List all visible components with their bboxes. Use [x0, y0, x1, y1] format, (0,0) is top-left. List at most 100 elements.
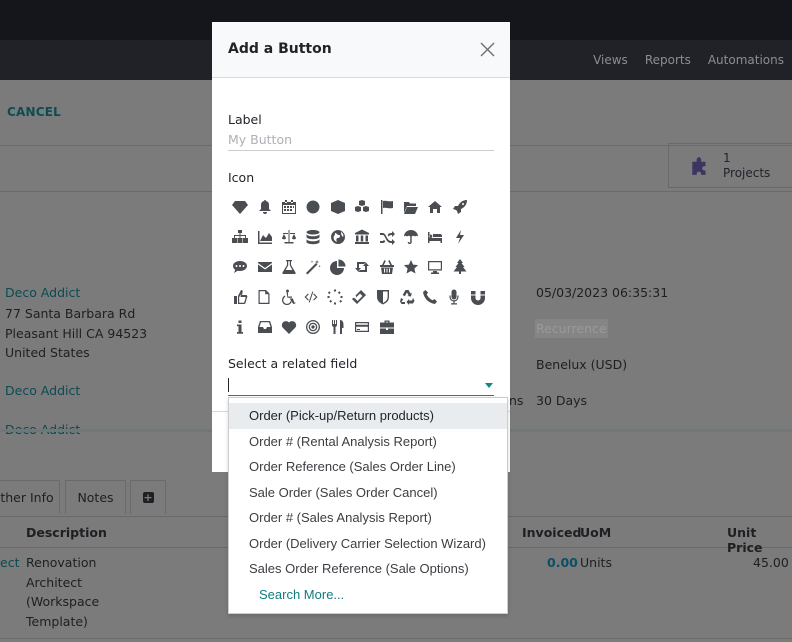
icon-row: [228, 252, 490, 282]
ticket-icon[interactable]: [347, 287, 371, 307]
dropdown-option[interactable]: Sales Order Reference (Sale Options): [229, 556, 507, 582]
bed-icon[interactable]: [423, 227, 447, 247]
plus-square-icon: +: [142, 491, 154, 504]
customer-address: 77 Santa Barbara Rd Pleasant Hill CA 945…: [5, 304, 147, 363]
close-icon[interactable]: [480, 42, 495, 57]
desktop-icon[interactable]: [423, 257, 447, 277]
icon-row: [228, 222, 490, 252]
pricelist-field[interactable]: Benelux (USD): [536, 357, 627, 372]
retweet-icon[interactable]: [350, 257, 374, 277]
file-o-icon[interactable]: [252, 287, 276, 307]
inbox-icon[interactable]: [252, 317, 276, 337]
uom-cell: Units: [580, 555, 612, 570]
dropdown-option[interactable]: Order (Pick-up/Return products): [229, 403, 507, 429]
label-field-label: Label: [228, 112, 262, 127]
bell-icon[interactable]: [252, 197, 276, 217]
unit-price-cell: 45.00: [753, 555, 789, 570]
random-icon[interactable]: [374, 227, 398, 247]
cutlery-icon[interactable]: [326, 317, 350, 337]
icon-row: [228, 312, 490, 342]
projects-smart-button[interactable]: 1 Projects: [668, 143, 792, 188]
projects-label: Projects: [723, 166, 771, 180]
label-input[interactable]: [228, 129, 494, 151]
tab-other-info[interactable]: ther Info: [0, 480, 60, 514]
sitemap-icon[interactable]: [228, 227, 252, 247]
projects-count: 1: [723, 151, 731, 165]
order-date: 05/03/2023 06:35:31: [536, 285, 669, 300]
thumbs-o-up-icon[interactable]: [228, 287, 252, 307]
phone-icon[interactable]: [419, 287, 443, 307]
dropdown-option[interactable]: Sale Order (Sales Order Cancel): [229, 480, 507, 506]
envelope-icon[interactable]: [252, 257, 276, 277]
recurrence-field[interactable]: Recurrence: [535, 319, 608, 338]
icon-row: [228, 282, 490, 312]
dialog-header: Add a Button: [212, 22, 510, 78]
invoice-address-link[interactable]: Deco Addict: [5, 383, 80, 398]
folder-open-icon[interactable]: [399, 197, 423, 217]
info-icon[interactable]: [228, 317, 252, 337]
dropdown-option[interactable]: Order # (Rental Analysis Report): [229, 429, 507, 455]
area-chart-icon[interactable]: [252, 227, 276, 247]
shield-icon[interactable]: [371, 287, 395, 307]
magnet-icon[interactable]: [466, 287, 490, 307]
bullseye-icon[interactable]: [301, 317, 325, 337]
menu-automations[interactable]: Automations: [708, 53, 784, 67]
credit-card-icon[interactable]: [350, 317, 374, 337]
customer-link[interactable]: Deco Addict: [5, 285, 80, 300]
tab-add-button[interactable]: +: [130, 480, 166, 514]
divider: [0, 638, 792, 639]
heart-icon[interactable]: [277, 317, 301, 337]
dropdown-option[interactable]: Order Reference (Sales Order Line): [229, 454, 507, 480]
cancel-button[interactable]: CANCEL: [7, 105, 61, 119]
flask-icon[interactable]: [277, 257, 301, 277]
magic-icon[interactable]: [301, 257, 325, 277]
cube-icon[interactable]: [326, 197, 350, 217]
comment-icon[interactable]: [228, 257, 252, 277]
database-icon[interactable]: [301, 227, 325, 247]
description-line: Template): [26, 613, 88, 629]
star-icon[interactable]: [399, 257, 423, 277]
microphone-icon[interactable]: [442, 287, 466, 307]
payment-terms-field[interactable]: 30 Days: [536, 393, 587, 408]
menu-reports[interactable]: Reports: [645, 53, 691, 67]
pie-chart-icon[interactable]: [326, 257, 350, 277]
university-icon[interactable]: [350, 227, 374, 247]
tab-notes[interactable]: Notes: [65, 480, 126, 514]
col-unit-price[interactable]: Unit Price: [727, 525, 792, 555]
home-icon[interactable]: [423, 197, 447, 217]
balance-scale-icon[interactable]: [277, 227, 301, 247]
calendar-icon[interactable]: [277, 197, 301, 217]
text-cursor: [228, 378, 229, 392]
dropdown-option[interactable]: Order # (Sales Analysis Report): [229, 505, 507, 531]
invoiced-cell: 0.00: [547, 555, 578, 570]
flag-icon[interactable]: [374, 197, 398, 217]
menu-views[interactable]: Views: [593, 53, 628, 67]
related-field-dropdown: Order (Pick-up/Return products) Order # …: [228, 397, 508, 614]
related-field-input[interactable]: [228, 374, 494, 396]
globe-icon[interactable]: [326, 227, 350, 247]
shopping-basket-icon[interactable]: [374, 257, 398, 277]
col-description[interactable]: Description: [26, 525, 107, 540]
col-invoiced[interactable]: Invoiced: [522, 525, 581, 540]
circle-icon[interactable]: [301, 197, 325, 217]
cubes-icon[interactable]: [350, 197, 374, 217]
payment-terms-label: ns: [509, 393, 524, 408]
search-more-link[interactable]: Search More...: [229, 582, 507, 608]
umbrella-icon[interactable]: [399, 227, 423, 247]
wheelchair-icon[interactable]: [276, 287, 300, 307]
description-cell: Renovation Architect (Workspace Template…: [26, 553, 99, 631]
dropdown-arrow-icon[interactable]: [485, 383, 493, 388]
col-uom[interactable]: UoM: [580, 525, 611, 540]
bolt-icon[interactable]: [448, 227, 472, 247]
puzzle-icon: [692, 157, 706, 175]
recycle-icon[interactable]: [395, 287, 419, 307]
code-icon[interactable]: [299, 287, 323, 307]
product-cell[interactable]: ect: [0, 553, 19, 573]
dropdown-option[interactable]: Order (Delivery Carrier Selection Wizard…: [229, 531, 507, 557]
related-field-label: Select a related field: [228, 356, 358, 371]
tree-icon[interactable]: [448, 257, 472, 277]
rocket-icon[interactable]: [448, 197, 472, 217]
briefcase-icon[interactable]: [374, 317, 398, 337]
diamond-icon[interactable]: [228, 197, 252, 217]
spinner-icon[interactable]: [323, 287, 347, 307]
